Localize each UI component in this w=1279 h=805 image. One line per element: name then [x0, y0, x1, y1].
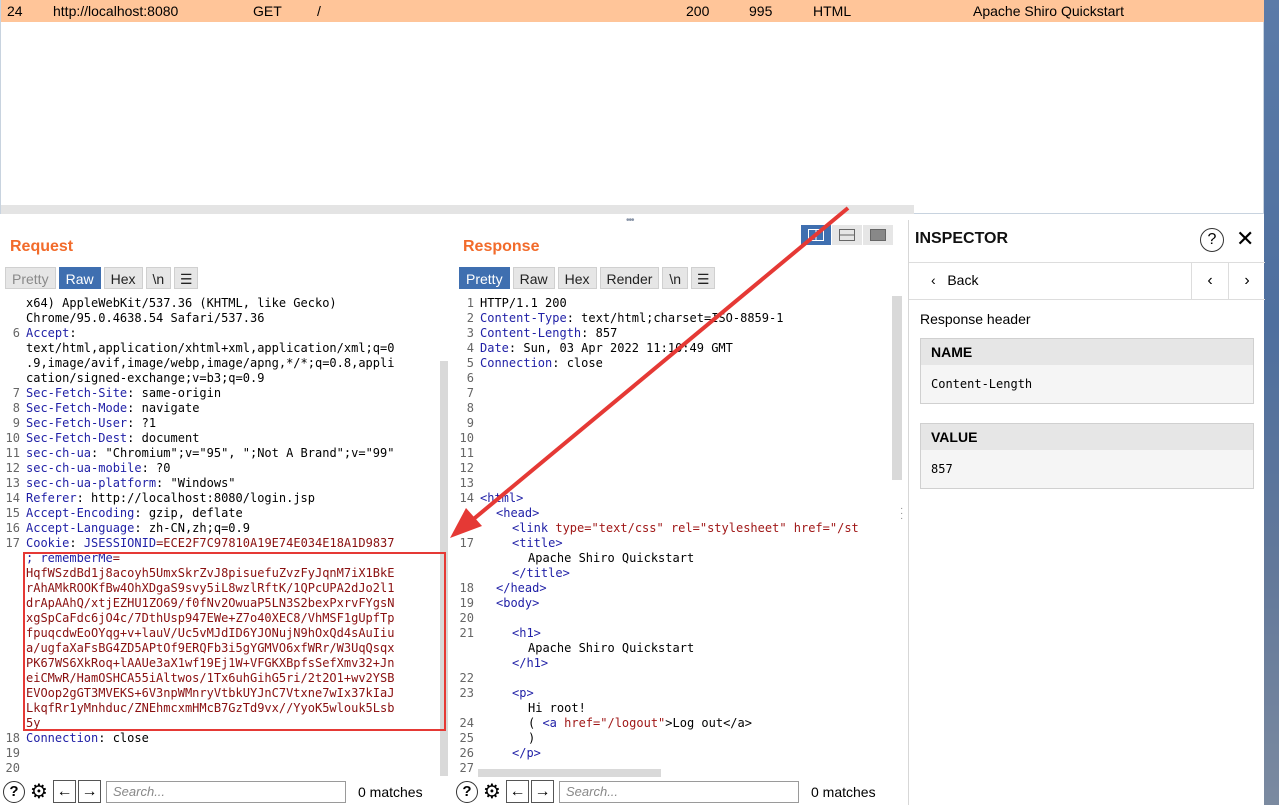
annotation-arrow — [450, 206, 850, 538]
burp-editor-window: 24 http://localhost:8080 GET / 200 995 H… — [0, 0, 1279, 805]
